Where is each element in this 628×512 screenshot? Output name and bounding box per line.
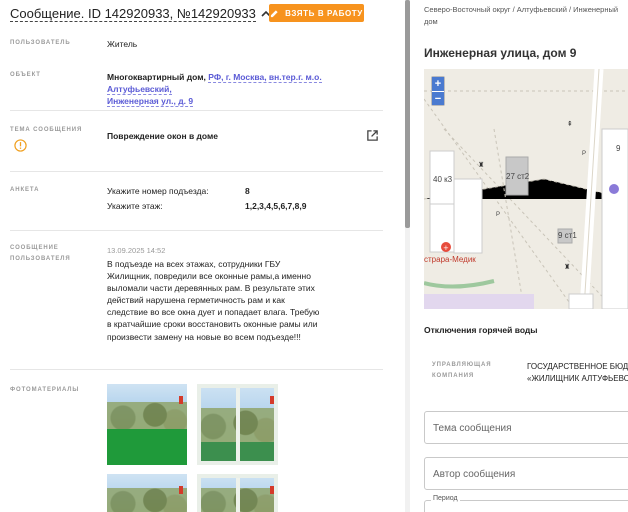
map-building-label: 27 ст2: [506, 172, 530, 181]
map[interactable]: + ⇞ ♜ ♜ + − 40 к3 27 ст2 9 ст1 9 Р Р стр…: [424, 69, 628, 309]
zoom-out-button[interactable]: −: [432, 91, 444, 105]
object-address-link-2[interactable]: Инженерная ул., д. 9: [107, 96, 194, 107]
map-building-label: 40 к3: [433, 175, 453, 184]
address-title: Инженерная улица, дом 9: [424, 46, 577, 60]
map-zoom-control[interactable]: + −: [431, 76, 445, 106]
zoom-in-button[interactable]: +: [432, 77, 444, 91]
take-to-work-button[interactable]: ВЗЯТЬ В РАБОТУ: [269, 4, 364, 22]
photos-label: ФОТОМАТЕРИАЛЫ: [10, 387, 80, 393]
svg-text:+: +: [443, 244, 449, 252]
map-parking-label: Р: [496, 212, 501, 218]
message-header: Сообщение. ID 142920933, №142920933: [10, 5, 273, 23]
topic-label: ТЕМА СООБЩЕНИЯ: [10, 127, 83, 133]
management-company-value: ГОСУДАРСТВЕННОЕ БЮДЖ «ЖИЛИЩНИК АЛТУФЬЕВС: [527, 362, 628, 383]
management-company-label: УПРАВЛЯЮЩАЯ КОМПАНИЯ: [432, 362, 492, 379]
photo-thumbnail[interactable]: [197, 384, 278, 465]
scrollbar-thumb[interactable]: [405, 0, 410, 228]
pencil-icon: [271, 9, 278, 17]
divider: [10, 110, 383, 111]
topic-filter-input[interactable]: Тема сообщения: [424, 411, 628, 444]
author-filter-input[interactable]: Автор сообщения: [424, 457, 628, 490]
map-parking-label: Р: [582, 151, 587, 157]
svg-text:♜: ♜: [478, 161, 484, 169]
message-panel: Сообщение. ID 142920933, №142920933 ВЗЯТ…: [0, 0, 404, 512]
message-title[interactable]: Сообщение. ID 142920933, №142920933: [10, 6, 256, 22]
form-question-floor: Укажите этаж:: [107, 201, 163, 211]
map-poi-label[interactable]: страра-Медик: [424, 255, 476, 264]
svg-text:⇞: ⇞: [567, 120, 573, 128]
message-text: В подъезде на всех этажах, сотрудники ГБ…: [107, 259, 320, 342]
breadcrumb[interactable]: Северо-Восточный округ / Алтуфьевский / …: [424, 4, 624, 28]
form-answer-floor: 1,2,3,4,5,6,7,8,9: [245, 201, 307, 211]
divider: [10, 230, 383, 231]
period-filter-input[interactable]: Период: [424, 495, 628, 512]
map-building-label: 9: [616, 144, 621, 153]
object-type: Многоквартирный дом,: [107, 72, 206, 82]
map-drawing: + ⇞ ♜ ♜: [424, 69, 628, 309]
divider: [10, 369, 383, 370]
form-question-entrance: Укажите номер подъезда:: [107, 186, 209, 196]
map-building-label: 9 ст1: [558, 231, 577, 240]
divider: [10, 171, 383, 172]
scrollbar[interactable]: [405, 0, 410, 512]
user-value: Житель: [107, 39, 138, 49]
topic-value: Повреждение окон в доме: [107, 131, 219, 141]
object-label: ОБЪЕКТ: [10, 72, 41, 78]
photo-thumbnail[interactable]: [107, 384, 187, 465]
form-answer-entrance: 8: [245, 186, 250, 196]
photo-thumbnail[interactable]: [197, 474, 278, 512]
hot-water-outages-title: Отключения горячей воды: [424, 325, 538, 335]
svg-text:♜: ♜: [564, 263, 570, 271]
object-info-panel: Северо-Восточный округ / Алтуфьевский / …: [414, 0, 628, 512]
message-date: 13.09.2025 14:52: [107, 246, 166, 255]
open-external-icon[interactable]: [366, 129, 379, 142]
warning-icon: [14, 139, 27, 152]
user-label: ПОЛЬЗОВАТЕЛЬ: [10, 40, 71, 46]
user-message-label: СООБЩЕНИЕ ПОЛЬЗОВАТЕЛЯ: [10, 245, 71, 262]
photo-thumbnail[interactable]: [107, 474, 187, 512]
form-label: АНКЕТА: [10, 187, 40, 193]
take-to-work-label: ВЗЯТЬ В РАБОТУ: [285, 8, 363, 18]
object-value: Многоквартирный дом, РФ, г. Москва, вн.т…: [107, 71, 387, 107]
